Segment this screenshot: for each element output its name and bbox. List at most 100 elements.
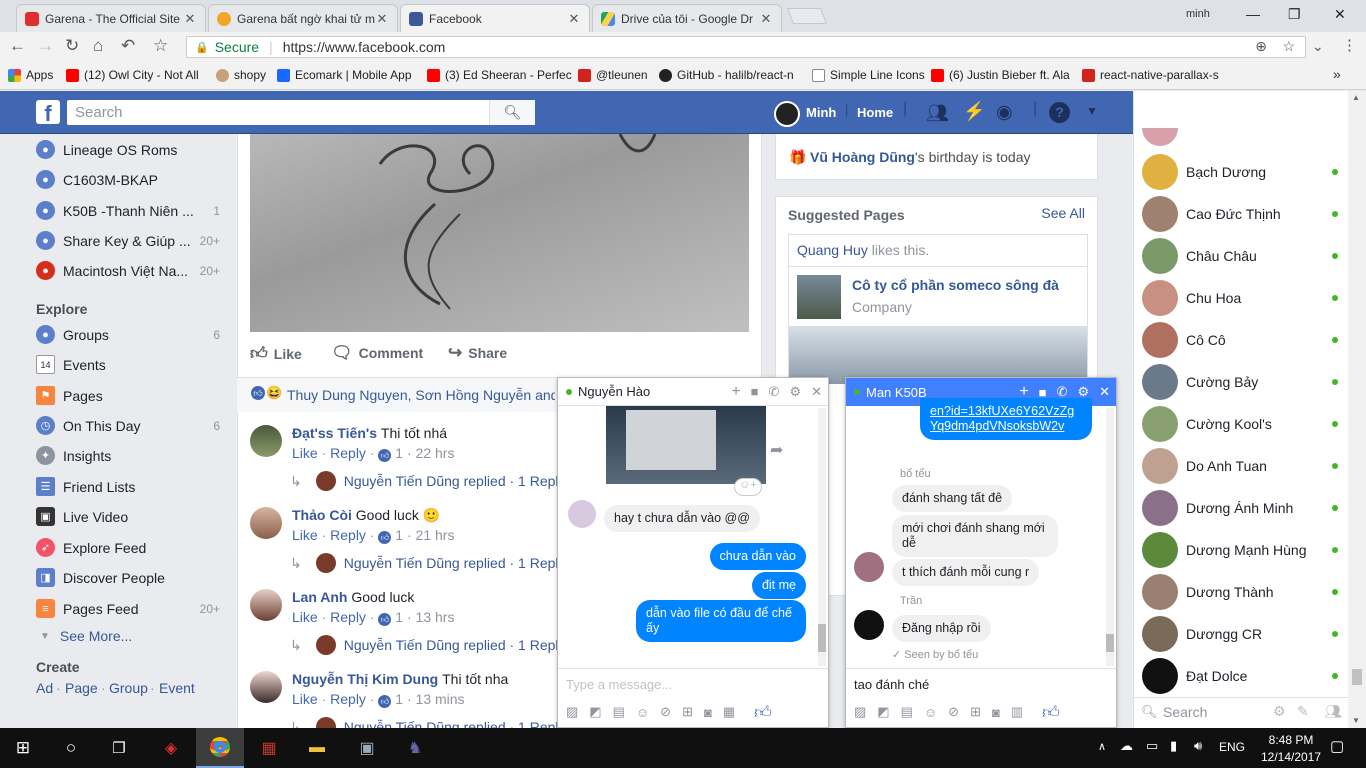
create-group-icon[interactable]: 👥︎ (1324, 703, 1342, 720)
windows-start-icon[interactable]: ⊞ (0, 728, 46, 768)
comment-reply-link[interactable]: Reply (330, 609, 366, 625)
send-like-icon[interactable]: 👍︎ (1042, 702, 1060, 723)
comment-author[interactable]: Nguyễn Thị Kim Dung Thi tốt nha (292, 671, 508, 687)
close-window-icon[interactable]: ✕ (1334, 6, 1346, 23)
react-emoji-icon[interactable]: ☺+ (734, 478, 762, 496)
friend-requests-icon[interactable]: 👥︎ (926, 103, 949, 124)
sticker-icon[interactable]: ◩ (877, 704, 889, 720)
avatar[interactable] (250, 425, 282, 457)
chat-contact[interactable]: Dương Mạnh Hùng (1142, 532, 1338, 568)
chat-scrollbar-thumb[interactable] (818, 624, 826, 652)
chat-contact[interactable]: Cao Đức Thịnh (1142, 196, 1338, 232)
see-more-link[interactable]: ▼ See More... (40, 628, 224, 644)
gear-icon[interactable]: ⚙ (789, 384, 801, 400)
send-like-icon[interactable]: 👍︎ (754, 702, 772, 723)
page-name[interactable]: Cô ty cổ phần someco sông đà (852, 277, 1059, 293)
photo-icon[interactable]: ▨ (566, 704, 578, 720)
avatar[interactable] (250, 671, 282, 703)
sidebar-item-pages[interactable]: ⚑ Pages (36, 386, 220, 405)
create-group-link[interactable]: Group (109, 680, 148, 696)
photos-app-icon[interactable]: ▣ (344, 728, 390, 768)
chat-header[interactable]: Nguyễn Hào + ■ ✆ ⚙ ✕ (558, 378, 828, 406)
chat-search-input[interactable]: 🔍︎ Search ⚙ ✎ 👥︎ (1134, 697, 1348, 727)
game-icon[interactable]: ⊞ (970, 704, 981, 720)
back-icon[interactable]: ← (9, 36, 26, 56)
suggested-page-card[interactable]: Quang Huy likes this. Cô ty cổ phần some… (788, 234, 1088, 384)
scroll-down-icon[interactable]: ▼ (1352, 716, 1360, 725)
game-icon[interactable]: ⊞ (682, 704, 693, 720)
battery-icon[interactable]: ▮ (1170, 738, 1177, 754)
app-icon[interactable]: ▦ (246, 728, 292, 768)
create-ad-link[interactable]: Ad (36, 680, 53, 696)
comment-button[interactable]: 🗨︎ Comment (331, 343, 423, 363)
bookmark-react-native-parallax[interactable]: react-native-parallax-s (1082, 68, 1219, 82)
more-bookmarks-icon[interactable]: » (1333, 66, 1341, 82)
gear-icon[interactable]: ⚙ (1273, 703, 1286, 720)
sidebar-item-on-this-day[interactable]: ◷ On This Day 6 (36, 416, 220, 435)
game-app-icon[interactable]: ♞ (392, 728, 438, 768)
birthday-box[interactable]: 🎁 Vũ Hoàng Dũng's birthday is today (775, 134, 1098, 180)
share-button[interactable]: ↪ Share (448, 343, 507, 363)
like-button[interactable]: 👍︎ Like (250, 343, 302, 364)
chat-contact[interactable]: Bạch Dương (1142, 154, 1338, 190)
onedrive-icon[interactable]: ☁ (1120, 738, 1133, 754)
bookmark-star-icon[interactable]: ☆ (153, 36, 168, 56)
scroll-up-icon[interactable]: ▲ (1352, 93, 1360, 102)
camera-icon[interactable]: ◙ (704, 705, 712, 720)
post-photo[interactable] (250, 134, 749, 332)
new-message-icon[interactable]: ✎ (1297, 703, 1309, 720)
reload-icon[interactable]: ↻ (65, 36, 79, 56)
audio-icon[interactable]: ▥ (1011, 704, 1023, 720)
home-icon[interactable]: ⌂ (93, 36, 103, 56)
tab-facebook[interactable]: Facebook ✕ (400, 4, 590, 32)
page-scrollbar[interactable]: ▲ ▼ (1348, 91, 1366, 728)
omnibox[interactable]: 🔒 Secure | https://www.facebook.com ⊕ ☆ (186, 36, 1306, 58)
sidebar-item-lineage-os[interactable]: ● Lineage OS Roms (36, 140, 220, 159)
comment-like-link[interactable]: Like (292, 527, 318, 543)
notifications-globe-icon[interactable]: ◉ (996, 101, 1013, 124)
replies-link[interactable]: ↳ Nguyễn Tiến Dũng replied · 1 Reply (290, 553, 566, 573)
home-link[interactable]: Home (857, 105, 893, 120)
url-text[interactable]: https://www.facebook.com (283, 39, 446, 55)
chat-contact[interactable]: Châu Châu (1142, 238, 1338, 274)
bookmark-simple-line-icons[interactable]: Simple Line Icons (812, 68, 925, 82)
tray-expand-icon[interactable]: ∧ (1098, 740, 1106, 753)
search-icon[interactable]: 🔍︎ (489, 100, 535, 125)
page-thumbnail[interactable] (797, 275, 841, 319)
message-input[interactable]: Type a message... (558, 668, 828, 696)
photo-icon[interactable]: ▨ (854, 704, 866, 720)
gif-icon[interactable]: ▤ (901, 704, 913, 720)
sidebar-item-c1603m[interactable]: ● C1603M-BKAP (36, 170, 220, 189)
emoji-icon[interactable]: ☺ (636, 705, 649, 720)
close-tab-icon[interactable]: ✕ (183, 11, 197, 27)
chat-contact[interactable]: Cô Cô (1142, 322, 1338, 358)
avatar[interactable] (250, 589, 282, 621)
undo-icon[interactable]: ↶ (121, 36, 135, 56)
restore-icon[interactable]: ❐ (1288, 6, 1301, 23)
sidebar-item-insights[interactable]: ✦ Insights (36, 446, 220, 465)
comment-author[interactable]: Lan Anh Good luck (292, 589, 414, 605)
comment-reply-link[interactable]: Reply (330, 445, 366, 461)
attachment-icon[interactable]: ⊘ (948, 704, 959, 720)
create-page-link[interactable]: Page (65, 680, 98, 696)
bookmark-ed-sheeran[interactable]: (3) Ed Sheeran - Perfec (427, 68, 572, 82)
avatar[interactable] (250, 507, 282, 539)
replies-link[interactable]: ↳ Nguyễn Tiến Dũng replied · 1 Reply (290, 471, 566, 491)
chat-contact[interactable]: Cường Bảy (1142, 364, 1338, 400)
file-explorer-icon[interactable]: ▬ (294, 728, 340, 768)
close-icon[interactable]: ✕ (1099, 384, 1110, 400)
chat-contact[interactable]: Do Anh Tuan (1142, 448, 1338, 484)
comment-like-link[interactable]: Like (292, 609, 318, 625)
reactions-names[interactable]: Thuy Dung Nguyen, Sơn Hồng Nguyễn and (287, 387, 555, 403)
menu-icon[interactable]: ⋮ (1342, 36, 1357, 54)
comment-author[interactable]: Đạt'ss Tiến's Thi tốt nhá (292, 425, 447, 441)
account-menu-icon[interactable]: ▼ (1086, 104, 1098, 118)
clock-date[interactable]: 12/14/2017 (1255, 750, 1327, 764)
chrome-taskbar-button[interactable] (196, 728, 244, 768)
sidebar-item-macintosh[interactable]: ● Macintosh Việt Na... 20+ (36, 261, 220, 280)
sidebar-item-events[interactable]: 14 Events (36, 355, 220, 374)
tab-garena[interactable]: Garena - The Official Site ✕ (16, 4, 206, 32)
add-person-icon[interactable]: + (731, 383, 740, 401)
video-call-icon[interactable]: ■ (751, 384, 759, 399)
bookmark-github[interactable]: GitHub - halilb/react-n (659, 68, 794, 82)
